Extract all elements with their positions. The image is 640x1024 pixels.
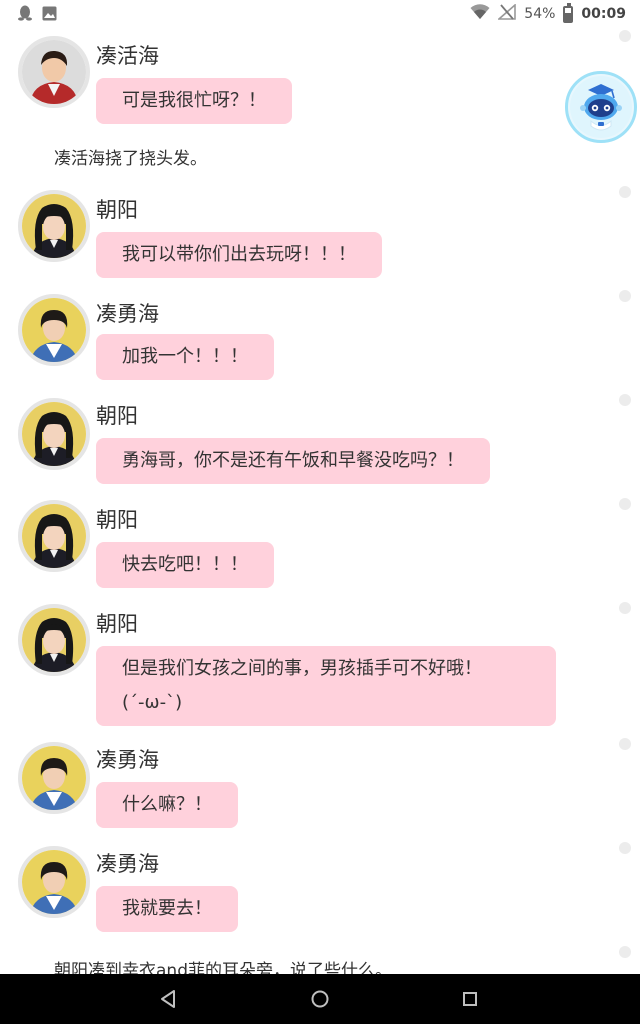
robot-assistant-button[interactable] [565, 71, 637, 143]
clock: 00:09 [581, 6, 626, 22]
scroll-marker[interactable] [619, 498, 631, 510]
chat-message: 凑勇海 我就要去！ [0, 844, 600, 936]
scroll-marker[interactable] [619, 842, 631, 854]
avatar[interactable] [18, 500, 90, 572]
scroll-marker[interactable] [619, 738, 631, 750]
home-icon[interactable] [308, 987, 332, 1011]
sender-name: 朝阳 [96, 612, 138, 636]
avatar[interactable] [18, 742, 90, 814]
avatar[interactable] [18, 36, 90, 108]
no-signal-icon [497, 3, 517, 24]
avatar[interactable] [18, 846, 90, 918]
chat-log[interactable]: 凑活海 可是我很忙呀？！ 凑活海挠了挠头发。 朝阳 我可以带你们出去玩呀！！！ [0, 28, 640, 974]
avatar[interactable] [18, 190, 90, 262]
scroll-marker[interactable] [619, 186, 631, 198]
sender-name: 朝阳 [96, 198, 138, 222]
chat-message: 朝阳 我可以带你们出去玩呀！！！ [0, 188, 600, 280]
message-bubble[interactable]: 可是我很忙呀？！ [96, 78, 292, 124]
recents-icon[interactable] [458, 987, 482, 1011]
scroll-marker[interactable] [619, 946, 631, 958]
message-bubble[interactable]: 快去吃吧！！！ [96, 542, 274, 588]
message-bubble[interactable]: 勇海哥，你不是还有午饭和早餐没吃吗？！ [96, 438, 490, 484]
navigation-bar [0, 974, 640, 1024]
message-bubble[interactable]: 我就要去！ [96, 886, 238, 932]
chat-message: 朝阳 快去吃吧！！！ [0, 500, 600, 592]
chat-message: 凑勇海 什么嘛？！ [0, 740, 600, 832]
message-bubble[interactable]: 什么嘛？！ [96, 782, 238, 828]
sender-name: 凑活海 [96, 44, 159, 68]
avatar[interactable] [18, 398, 90, 470]
wifi-icon [470, 4, 490, 24]
chat-message: 朝阳 勇海哥，你不是还有午饭和早餐没吃吗？！ [0, 396, 600, 488]
battery-percent: 54% [524, 6, 556, 22]
narration-text: 朝阳凑到幸衣and菲的耳朵旁，说了些什么。 [54, 961, 392, 974]
robot-assistant-icon [570, 76, 632, 138]
sender-name: 凑勇海 [96, 302, 159, 326]
chat-message: 凑活海 可是我很忙呀？！ [0, 32, 600, 124]
avatar[interactable] [18, 604, 90, 676]
chat-message: 凑勇海 加我一个！！！ [0, 292, 600, 384]
battery-icon [563, 2, 574, 23]
sender-name: 凑勇海 [96, 852, 159, 876]
sender-name: 朝阳 [96, 404, 138, 428]
image-icon [42, 6, 57, 25]
sender-name: 朝阳 [96, 508, 138, 532]
scroll-marker[interactable] [619, 290, 631, 302]
message-bubble[interactable]: 加我一个！！！ [96, 334, 274, 380]
avatar[interactable] [18, 294, 90, 366]
back-icon[interactable] [156, 987, 180, 1011]
scroll-marker[interactable] [619, 394, 631, 406]
status-bar: 54% 00:09 [0, 0, 640, 28]
narration-text: 凑活海挠了挠头发。 [54, 149, 207, 169]
qq-icon [18, 5, 32, 25]
message-bubble[interactable]: 但是我们女孩之间的事，男孩插手可不好哦！ (´-ω-`) [96, 646, 556, 726]
message-line: 但是我们女孩之间的事，男孩插手可不好哦！ [122, 658, 482, 679]
scroll-marker[interactable] [619, 602, 631, 614]
scroll-marker[interactable] [619, 30, 631, 42]
sender-name: 凑勇海 [96, 748, 159, 772]
chat-message: 朝阳 但是我们女孩之间的事，男孩插手可不好哦！ (´-ω-`) [0, 604, 600, 728]
message-line: (´-ω-`) [122, 692, 183, 713]
message-bubble[interactable]: 我可以带你们出去玩呀！！！ [96, 232, 382, 278]
